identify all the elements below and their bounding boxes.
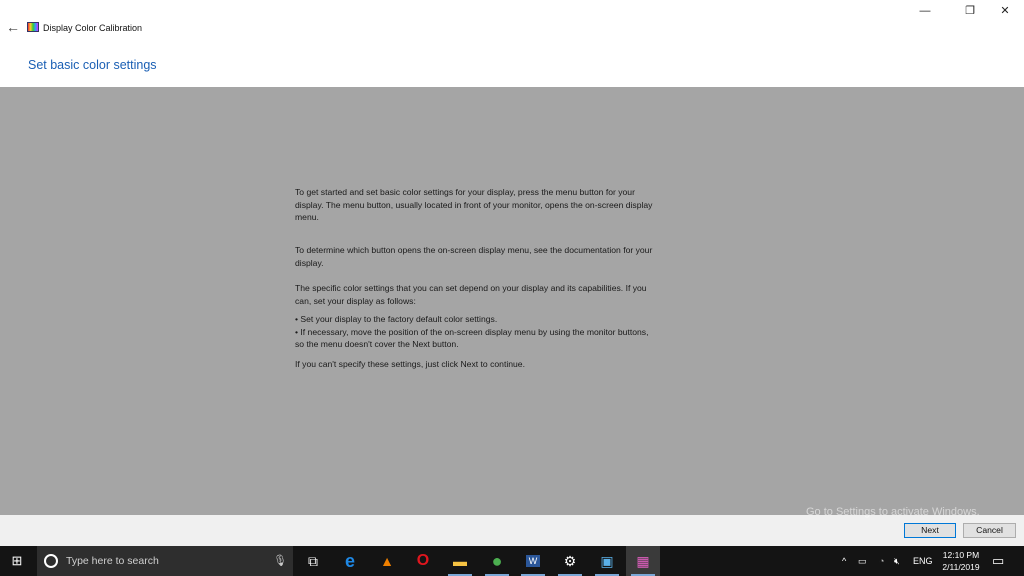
- search-box[interactable]: Type here to search 🎙: [37, 546, 293, 576]
- instruction-paragraph: To get started and set basic color setti…: [295, 186, 735, 224]
- minimize-button[interactable]: —: [910, 0, 940, 22]
- battery-icon[interactable]: ▭: [858, 546, 867, 576]
- task-view-icon: ⧉: [308, 552, 318, 569]
- taskbar-settings[interactable]: ⚙: [553, 546, 587, 576]
- windows-logo-icon: ⊞: [11, 553, 23, 568]
- text-line: The specific color settings that you can…: [295, 283, 647, 293]
- chrome-icon: ●: [491, 550, 503, 571]
- date: 2/11/2019: [942, 562, 980, 572]
- text-line: display. The menu button, usually locate…: [295, 199, 653, 210]
- language-indicator[interactable]: ENG: [913, 546, 933, 576]
- text-line: To get started and set basic color setti…: [295, 187, 635, 197]
- taskbar-word[interactable]: W: [516, 546, 550, 576]
- text-line: so the menu doesn't cover the Next butto…: [295, 339, 459, 349]
- back-arrow-icon[interactable]: ←: [6, 19, 20, 35]
- instruction-paragraph: To determine which button opens the on-s…: [295, 244, 735, 269]
- word-icon: W: [525, 555, 541, 567]
- text-line: menu.: [295, 212, 319, 222]
- text-line: display.: [295, 257, 324, 268]
- text-line: If you can't specify these settings, jus…: [295, 359, 525, 369]
- taskbar-edge[interactable]: e: [333, 546, 367, 576]
- instruction-paragraph: The specific color settings that you can…: [295, 282, 735, 307]
- show-hidden-icons[interactable]: ^: [842, 546, 846, 576]
- title-bar: ← Display Color Calibration — ❐ ✕ Set ba…: [0, 0, 1024, 87]
- folder-icon: ▬: [453, 553, 467, 569]
- edge-icon: e: [344, 550, 355, 571]
- start-button[interactable]: ⊞: [0, 546, 34, 576]
- cancel-button[interactable]: Cancel: [963, 523, 1016, 538]
- search-placeholder: Type here to search: [66, 555, 159, 567]
- display-calibration-app-icon: [27, 22, 39, 32]
- button-bar: [0, 515, 1024, 546]
- clock[interactable]: 12:10 PM 2/11/2019: [936, 549, 986, 573]
- taskbar-file-explorer[interactable]: ▬: [443, 546, 477, 576]
- taskbar-opera[interactable]: O: [406, 546, 440, 576]
- gear-icon: ⚙: [563, 552, 577, 569]
- wifi-icon[interactable]: ◔: [879, 546, 884, 576]
- page-heading: Set basic color settings: [28, 58, 157, 72]
- action-center-icon[interactable]: ▭: [992, 546, 1004, 576]
- text-line: To determine which button opens the on-s…: [295, 245, 653, 255]
- text-line: can, set your display as follows:: [295, 295, 416, 306]
- time: 12:10 PM: [942, 550, 980, 560]
- instruction-bullets: • Set your display to the factory defaul…: [295, 313, 735, 351]
- bullet-item: • Set your display to the factory defaul…: [295, 314, 498, 324]
- opera-icon: O: [416, 552, 430, 569]
- instruction-paragraph: If you can't specify these settings, jus…: [295, 358, 735, 371]
- bullet-item: • If necessary, move the position of the…: [295, 326, 649, 337]
- microphone-icon[interactable]: 🎙: [273, 554, 287, 567]
- monitor-icon: ▣: [600, 552, 614, 569]
- restore-button[interactable]: ❐: [955, 0, 985, 22]
- window-title: Display Color Calibration: [43, 23, 143, 33]
- taskbar-color-calibration[interactable]: ▦: [626, 546, 660, 576]
- taskbar-chrome[interactable]: ●: [480, 546, 514, 576]
- taskbar-display[interactable]: ▣: [590, 546, 624, 576]
- activation-watermark: Go to Settings to activate Windows.: [806, 506, 980, 518]
- close-button[interactable]: ✕: [990, 0, 1020, 22]
- volume-muted-icon[interactable]: 🔇︎: [894, 546, 900, 576]
- color-calibration-icon: ▦: [636, 552, 650, 569]
- next-button[interactable]: Next: [904, 523, 956, 538]
- instructions-panel: To get started and set basic color setti…: [0, 87, 1024, 515]
- vlc-icon: ▲: [380, 553, 394, 569]
- task-view-button[interactable]: ⧉: [296, 546, 330, 576]
- taskbar-vlc[interactable]: ▲: [370, 546, 404, 576]
- chevron-up-icon: ^: [842, 556, 847, 566]
- cortana-icon: [44, 554, 58, 568]
